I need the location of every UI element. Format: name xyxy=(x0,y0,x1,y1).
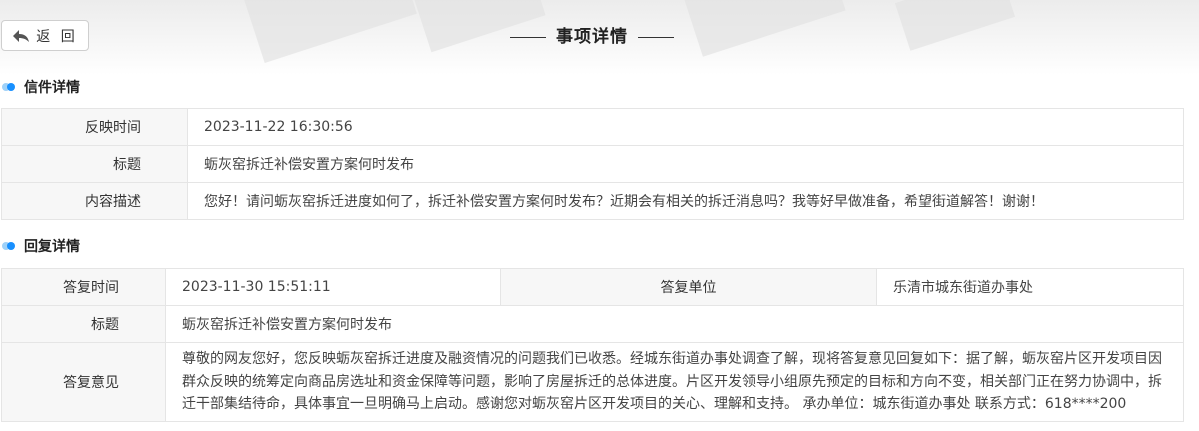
page-title: 事项详情 xyxy=(0,22,1184,47)
report-time-value: 2023-11-22 16:30:56 xyxy=(187,108,1184,146)
page-title-text: 事项详情 xyxy=(556,27,628,47)
reply-title-label: 标题 xyxy=(1,305,166,343)
reply-time-label: 答复时间 xyxy=(1,268,166,306)
reply-detail-table: 答复时间 2023-11-30 15:51:11 答复单位 乐清市城东街道办事处… xyxy=(1,268,1184,422)
table-row: 标题 蛎灰窑拆迁补偿安置方案何时发布 xyxy=(1,305,1184,343)
reply-time-value: 2023-11-30 15:51:11 xyxy=(165,268,501,306)
section-dot-icon xyxy=(0,81,18,93)
letter-title-value: 蛎灰窑拆迁补偿安置方案何时发布 xyxy=(187,145,1184,183)
title-right-rule xyxy=(638,36,674,38)
table-row: 内容描述 您好！请问蛎灰窑拆迁进度如何了，拆迁补偿安置方案何时发布？近期会有相关… xyxy=(1,182,1184,220)
reply-section-header: 回复详情 xyxy=(0,236,80,256)
table-row: 标题 蛎灰窑拆迁补偿安置方案何时发布 xyxy=(1,145,1184,183)
content-value: 您好！请问蛎灰窑拆迁进度如何了，拆迁补偿安置方案何时发布？近期会有相关的拆迁消息… xyxy=(187,182,1184,220)
table-row: 答复时间 2023-11-30 15:51:11 答复单位 乐清市城东街道办事处 xyxy=(1,268,1184,306)
title-left-rule xyxy=(510,36,546,38)
reply-unit-value: 乐清市城东街道办事处 xyxy=(876,268,1184,306)
reply-section-title: 回复详情 xyxy=(24,239,80,255)
reply-opinion-value: 尊敬的网友您好，您反映蛎灰窑拆迁进度及融资情况的问题我们已收悉。经城东街道办事处… xyxy=(165,342,1184,422)
reply-unit-label: 答复单位 xyxy=(500,268,877,306)
reply-opinion-label: 答复意见 xyxy=(1,342,166,422)
reply-title-value: 蛎灰窑拆迁补偿安置方案何时发布 xyxy=(165,305,1184,343)
letter-detail-table: 反映时间 2023-11-22 16:30:56 标题 蛎灰窑拆迁补偿安置方案何… xyxy=(1,108,1184,220)
content-label: 内容描述 xyxy=(1,182,188,220)
letter-section-title: 信件详情 xyxy=(24,80,80,96)
section-dot-icon xyxy=(0,240,18,252)
report-time-label: 反映时间 xyxy=(1,108,188,146)
table-row: 答复意见 尊敬的网友您好，您反映蛎灰窑拆迁进度及融资情况的问题我们已收悉。经城东… xyxy=(1,342,1184,422)
letter-section-header: 信件详情 xyxy=(0,77,80,97)
letter-title-label: 标题 xyxy=(1,145,188,183)
table-row: 反映时间 2023-11-22 16:30:56 xyxy=(1,108,1184,146)
